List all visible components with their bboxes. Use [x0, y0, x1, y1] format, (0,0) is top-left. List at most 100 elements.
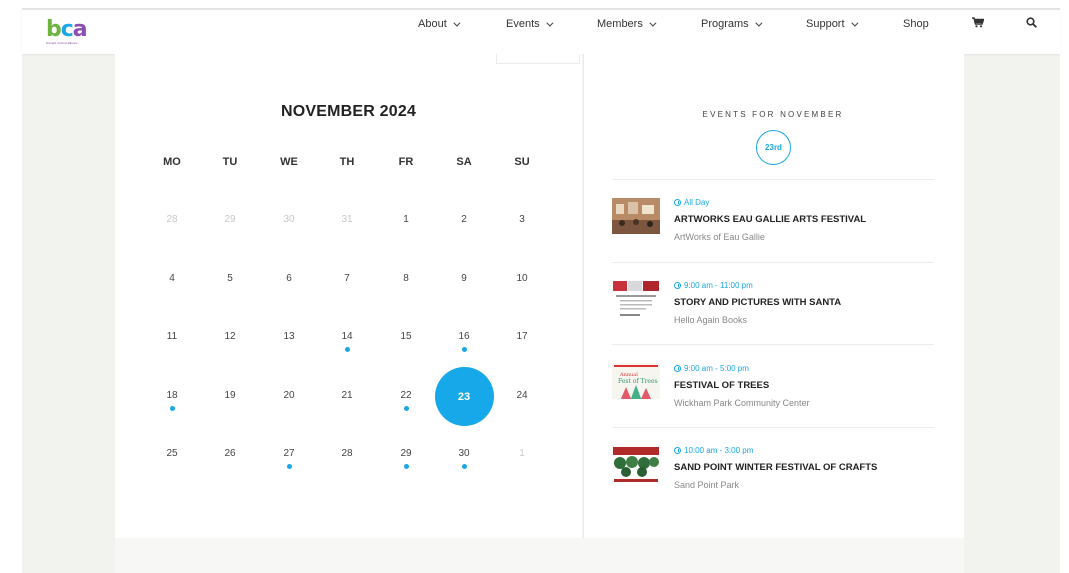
calendar-day[interactable]: 21	[327, 390, 367, 401]
calendar-day[interactable]: 28	[327, 448, 367, 459]
nav-about-label: About	[418, 18, 447, 30]
calendar-day[interactable]: 4	[152, 273, 192, 284]
event-indicator-dot	[169, 406, 175, 411]
nav-events[interactable]: Events	[506, 18, 554, 30]
selected-date-badge: 23rd	[756, 130, 791, 165]
event-title[interactable]: STORY AND PICTURES WITH SANTA	[674, 297, 841, 308]
calendar-day-selected[interactable]: 23	[444, 391, 484, 403]
divider	[612, 179, 934, 180]
calendar-day[interactable]: 1	[502, 448, 542, 459]
calendar-day[interactable]: 8	[386, 273, 426, 284]
calendar-day[interactable]: 24	[502, 390, 542, 401]
nav-events-label: Events	[506, 18, 540, 30]
event-time-label: 9:00 am - 5:00 pm	[684, 364, 749, 373]
calendar-day[interactable]: 19	[210, 390, 250, 401]
event-time: 10:00 am - 3:00 pm	[674, 446, 753, 455]
footer-strip	[115, 538, 964, 573]
calendar-day[interactable]: 11	[152, 331, 192, 342]
divider	[612, 427, 934, 428]
calendar-day[interactable]: 12	[210, 331, 250, 342]
calendar-day[interactable]: 26	[210, 448, 250, 459]
event-thumbnail[interactable]	[612, 280, 660, 316]
calendar-day[interactable]: 10	[502, 273, 542, 284]
calendar-panel	[115, 54, 582, 538]
cart-icon[interactable]	[972, 15, 985, 33]
clock-icon	[674, 199, 681, 206]
calendar-day[interactable]: 13	[269, 331, 309, 342]
clock-icon	[674, 282, 681, 289]
clock-icon	[674, 365, 681, 372]
calendar-day[interactable]: 7	[327, 273, 367, 284]
event-title[interactable]: ARTWORKS EAU GALLIE ARTS FESTIVAL	[674, 214, 866, 225]
nav-shop[interactable]: Shop	[903, 18, 929, 30]
svg-text:Fest of Trees: Fest of Trees	[618, 378, 658, 385]
event-time: 9:00 am - 5:00 pm	[674, 364, 749, 373]
weekday-label: TU	[222, 156, 238, 168]
events-heading: EVENTS FOR NOVEMBER	[702, 110, 844, 119]
event-title[interactable]: SAND POINT WINTER FESTIVAL OF CRAFTS	[674, 462, 877, 473]
calendar-day[interactable]: 2	[444, 214, 484, 225]
event-time: 9:00 am - 11:00 pm	[674, 281, 753, 290]
nav-programs-label: Programs	[701, 18, 749, 30]
event-indicator-dot	[461, 347, 467, 352]
nav-support[interactable]: Support	[806, 18, 858, 30]
event-thumbnail[interactable]	[612, 446, 660, 482]
event-indicator-dot	[403, 464, 409, 469]
divider	[612, 262, 934, 263]
event-thumbnail[interactable]	[612, 198, 660, 234]
logo-mark: bca	[46, 17, 88, 42]
calendar-day[interactable]: 31	[327, 214, 367, 225]
logo-tagline: brevard cultural alliance	[46, 41, 78, 45]
top-navbar: bca brevard cultural alliance	[22, 8, 1060, 54]
weekday-label: MO	[163, 156, 181, 168]
calendar-day[interactable]: 1	[386, 214, 426, 225]
event-time-label: 9:00 am - 11:00 pm	[684, 281, 753, 290]
calendar-day[interactable]: 17	[502, 331, 542, 342]
calendar-day[interactable]: 25	[152, 448, 192, 459]
calendar-day[interactable]: 15	[386, 331, 426, 342]
event-time-label: 10:00 am - 3:00 pm	[684, 446, 754, 455]
event-indicator-dot	[286, 464, 292, 469]
calendar-day[interactable]: 6	[269, 273, 309, 284]
calendar-day[interactable]: 30	[269, 214, 309, 225]
nav-members[interactable]: Members	[597, 18, 657, 30]
event-time: All Day	[674, 198, 709, 207]
event-venue: Hello Again Books	[674, 315, 748, 325]
event-time-label: All Day	[684, 198, 710, 207]
event-indicator-dot	[344, 347, 350, 352]
panel-tab	[496, 54, 580, 64]
month-title: NOVEMBER 2024	[280, 103, 417, 120]
nav-shop-label: Shop	[903, 18, 929, 30]
event-indicator-dot	[403, 406, 409, 411]
calendar-day[interactable]: 20	[269, 390, 309, 401]
calendar-day[interactable]: 14	[327, 331, 367, 342]
calendar-day[interactable]: 27	[269, 448, 309, 459]
event-venue: ArtWorks of Eau Gallie	[674, 232, 765, 242]
calendar-day[interactable]: 28	[152, 214, 192, 225]
site-logo[interactable]: bca brevard cultural alliance	[46, 17, 94, 45]
calendar-day[interactable]: 5	[210, 273, 250, 284]
calendar-day[interactable]: 18	[152, 390, 192, 401]
calendar-day[interactable]: 29	[386, 448, 426, 459]
weekday-label: SA	[456, 156, 472, 168]
event-venue: Sand Point Park	[674, 480, 740, 490]
nav-support-label: Support	[806, 18, 845, 30]
clock-icon	[674, 447, 681, 454]
calendar-day[interactable]: 3	[502, 214, 542, 225]
calendar-day[interactable]: 22	[386, 390, 426, 401]
event-indicator-dot	[461, 464, 467, 469]
weekday-label: TH	[339, 156, 355, 168]
weekday-label: FR	[398, 156, 414, 168]
nav-programs[interactable]: Programs	[701, 18, 763, 30]
calendar-day[interactable]: 29	[210, 214, 250, 225]
search-icon[interactable]	[1026, 15, 1037, 33]
nav-about[interactable]: About	[418, 18, 461, 30]
weekday-label: WE	[280, 156, 298, 168]
event-title[interactable]: FESTIVAL OF TREES	[674, 380, 769, 391]
calendar-day[interactable]: 30	[444, 448, 484, 459]
event-thumbnail[interactable]: Annual Fest of Trees	[612, 363, 660, 399]
event-venue: Wickham Park Community Center	[674, 398, 810, 408]
calendar-day[interactable]: 16	[444, 331, 484, 342]
calendar-day[interactable]: 9	[444, 273, 484, 284]
weekday-label: SU	[514, 156, 530, 168]
